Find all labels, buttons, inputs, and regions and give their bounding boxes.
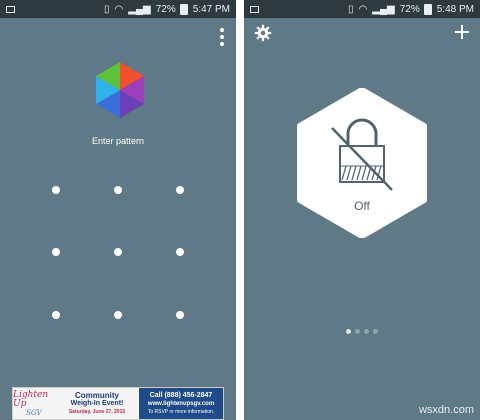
battery-icon [423,3,432,15]
pattern-lock-screen: ▯ ◠ ▂▄▆ 72% 5:47 PM Enter pattern Lighte… [0,0,236,420]
battery-icon [179,3,188,15]
ad-rsvp: To RSVP or more information. [147,408,215,415]
ad-url: www.lightenupsgv.com [147,400,215,407]
page-indicator [244,329,480,334]
kebab-menu-icon[interactable] [220,28,224,46]
advertisement-banner[interactable]: Lighten Up SGV Community Weigh-In Event!… [12,387,224,420]
pattern-dot[interactable] [52,311,60,319]
page-dot[interactable] [355,329,360,334]
plus-icon[interactable] [454,24,470,40]
pattern-dot[interactable] [176,186,184,194]
status-bar: ▯ ◠ ▂▄▆ 72% 5:47 PM [0,0,236,18]
page-dot[interactable] [346,329,351,334]
status-bar: ▯ ◠ ▂▄▆ 72% 5:48 PM [244,0,480,18]
pattern-dot[interactable] [114,248,122,256]
vibrate-icon: ▯ [104,3,110,15]
wifi-icon: ◠ [358,3,368,15]
clock: 5:48 PM [436,3,474,15]
vibrate-icon: ▯ [348,3,354,15]
enter-pattern-label: Enter pattern [91,136,145,146]
pattern-dot[interactable] [176,248,184,256]
hexagon-logo-icon [96,62,144,118]
gear-icon[interactable] [254,24,272,42]
ad-phone: Call (888) 456-2847 [149,391,213,399]
lock-status-screen: ▯ ◠ ▂▄▆ 72% 5:48 PM Off [244,0,480,420]
battery-percent: 72% [155,3,176,15]
lock-status-label: Off [354,199,370,213]
wifi-icon: ◠ [114,3,124,15]
ad-logo: Lighten Up SGV [13,388,55,419]
page-dot[interactable] [373,329,378,334]
pattern-dot[interactable] [114,186,122,194]
ad-logo-subtext: SGV [26,408,42,417]
ad-date: Saturday, June 27, 2015 [68,408,126,415]
image-notification-icon [6,5,15,13]
page-dot[interactable] [364,329,369,334]
ad-logo-text: Lighten Up [13,389,49,409]
ad-contact: Call (888) 456-2847 www.lightenupsgv.com… [139,388,223,419]
pattern-dot[interactable] [114,311,122,319]
pattern-dot[interactable] [176,311,184,319]
clock: 5:47 PM [192,3,230,15]
signal-icon: ▂▄▆ [128,3,151,15]
signal-icon: ▂▄▆ [372,3,395,15]
battery-percent: 72% [399,3,420,15]
ad-headline: Community Weigh-In Event! Saturday, June… [55,388,139,419]
pattern-dot[interactable] [52,186,60,194]
lock-toggle-hexagon[interactable] [296,88,428,238]
image-notification-icon [250,5,259,13]
ad-headline-1: Community [75,390,119,400]
ad-headline-2: Weigh-In Event! [70,399,124,407]
watermark: wsxdn.com [418,404,474,416]
pattern-dot[interactable] [52,248,60,256]
